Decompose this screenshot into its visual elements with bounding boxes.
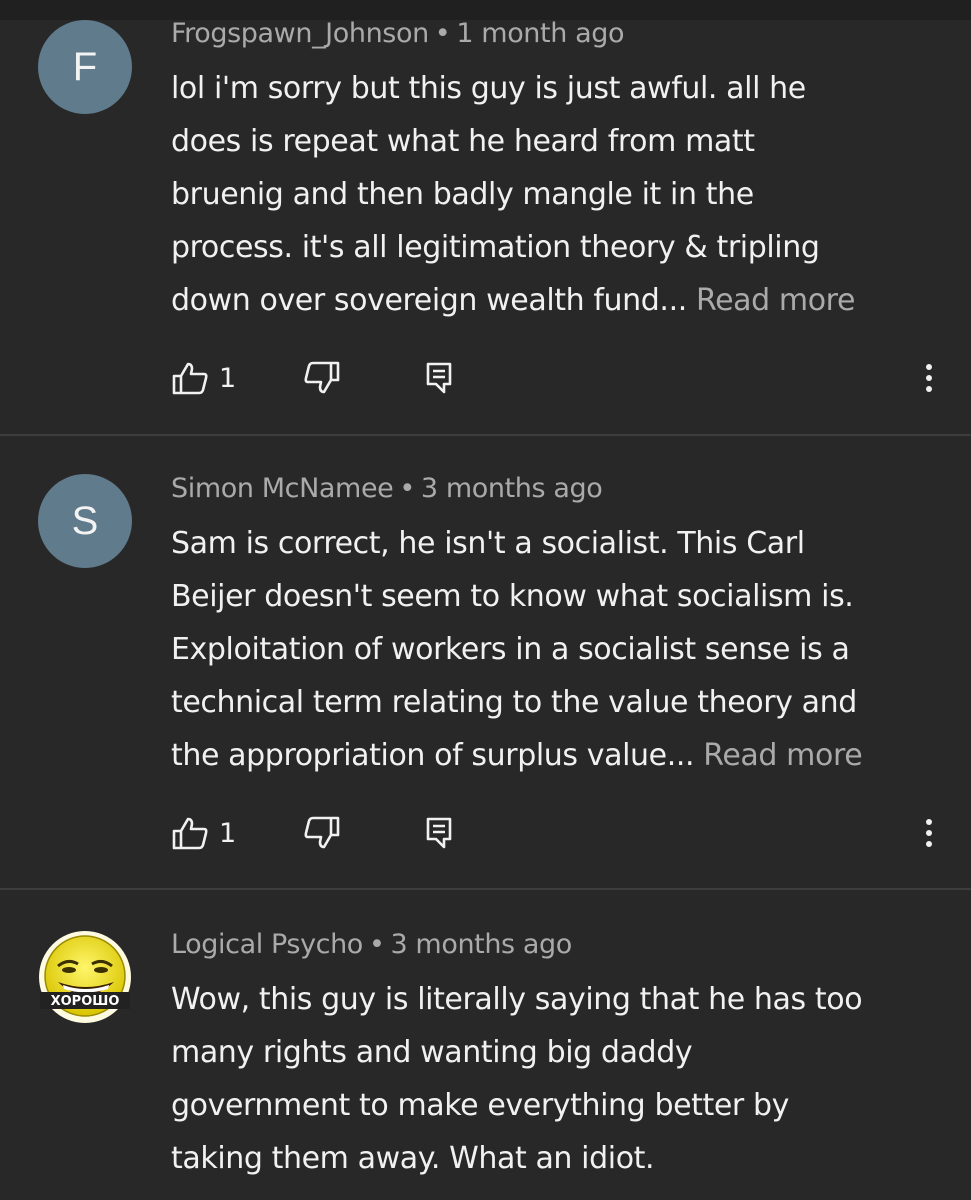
like-count: 1 (219, 362, 237, 394)
comment-meta: Logical Psycho • 3 months ago (171, 929, 572, 960)
comment-actions: 1 (171, 813, 951, 853)
meta-separator: • (434, 18, 451, 49)
reply-icon (424, 816, 454, 850)
comment-line: down over sovereign wealth fund... (171, 283, 687, 318)
thumbs-down-icon (303, 816, 341, 850)
comment-line: taking them away. What an idiot. (171, 1141, 655, 1176)
reply-icon (424, 361, 454, 395)
comment-timestamp[interactable]: 1 month ago (456, 18, 624, 49)
comment-line: government to make everything better by (171, 1088, 789, 1123)
thumbs-up-icon (171, 816, 209, 850)
avatar-text: ХОРОШО (51, 994, 120, 1009)
dislike-button[interactable] (303, 358, 341, 398)
avatar-letter: S (71, 498, 99, 543)
comment-line: many rights and wanting big daddy (171, 1035, 693, 1070)
comment-author[interactable]: Simon McNamee (171, 473, 394, 504)
comment-line: technical term relating to the value the… (171, 685, 857, 720)
read-more-link[interactable]: Read more (696, 283, 855, 318)
more-options-button[interactable] (919, 358, 939, 398)
comment-line: Beijer doesn't seem to know what sociali… (171, 579, 854, 614)
thumbs-down-icon (303, 361, 341, 395)
more-vertical-icon (919, 816, 939, 850)
comment-actions: 1 (171, 358, 951, 398)
like-count: 1 (219, 817, 237, 849)
comment-author[interactable]: Logical Psycho (171, 929, 363, 960)
reply-button[interactable] (424, 358, 454, 398)
avatar[interactable]: ХОРОШО (38, 930, 132, 1024)
comment-line: bruenig and then badly mangle it in the (171, 177, 754, 212)
like-button[interactable]: 1 (171, 813, 236, 853)
more-vertical-icon (919, 361, 939, 395)
comment-divider (0, 888, 971, 890)
avatar[interactable]: S (38, 474, 132, 568)
reply-button[interactable] (424, 813, 454, 853)
comment-line: Sam is correct, he isn't a socialist. Th… (171, 526, 805, 561)
comment-meta: Simon McNamee • 3 months ago (171, 473, 603, 504)
meta-separator: • (399, 473, 415, 504)
smiley-face-icon: ХОРОШО (39, 931, 131, 1023)
comment-line: Exploitation of workers in a socialist s… (171, 632, 850, 667)
read-more-link[interactable]: Read more (703, 738, 862, 773)
more-options-button[interactable] (919, 813, 939, 853)
top-bar (0, 0, 971, 20)
avatar[interactable]: F (38, 20, 132, 114)
comment-text: lol i'm sorry but this guy is just awful… (171, 62, 951, 327)
comment-line: process. it's all legitimation theory & … (171, 230, 820, 265)
comment-text: Sam is correct, he isn't a socialist. Th… (171, 517, 951, 782)
comment-timestamp[interactable]: 3 months ago (421, 473, 603, 504)
comment-line-last: the appropriation of surplus value... Re… (171, 729, 951, 782)
comment-timestamp[interactable]: 3 months ago (390, 929, 572, 960)
comment-meta: Frogspawn_Johnson • 1 month ago (171, 18, 625, 49)
comment-line: does is repeat what he heard from matt (171, 124, 755, 159)
dislike-button[interactable] (303, 813, 341, 853)
comment-text: Wow, this guy is literally saying that h… (171, 973, 951, 1185)
thumbs-up-icon (171, 361, 209, 395)
comment-author[interactable]: Frogspawn_Johnson (171, 18, 429, 49)
like-button[interactable]: 1 (171, 358, 236, 398)
meta-separator: • (368, 929, 385, 960)
comment-line: lol i'm sorry but this guy is just awful… (171, 71, 806, 106)
comment-divider (0, 434, 971, 436)
comment-line: the appropriation of surplus value... (171, 738, 695, 773)
comment-line-last: down over sovereign wealth fund... Read … (171, 274, 951, 327)
avatar-letter: F (72, 44, 98, 89)
comment-line: Wow, this guy is literally saying that h… (171, 982, 863, 1017)
